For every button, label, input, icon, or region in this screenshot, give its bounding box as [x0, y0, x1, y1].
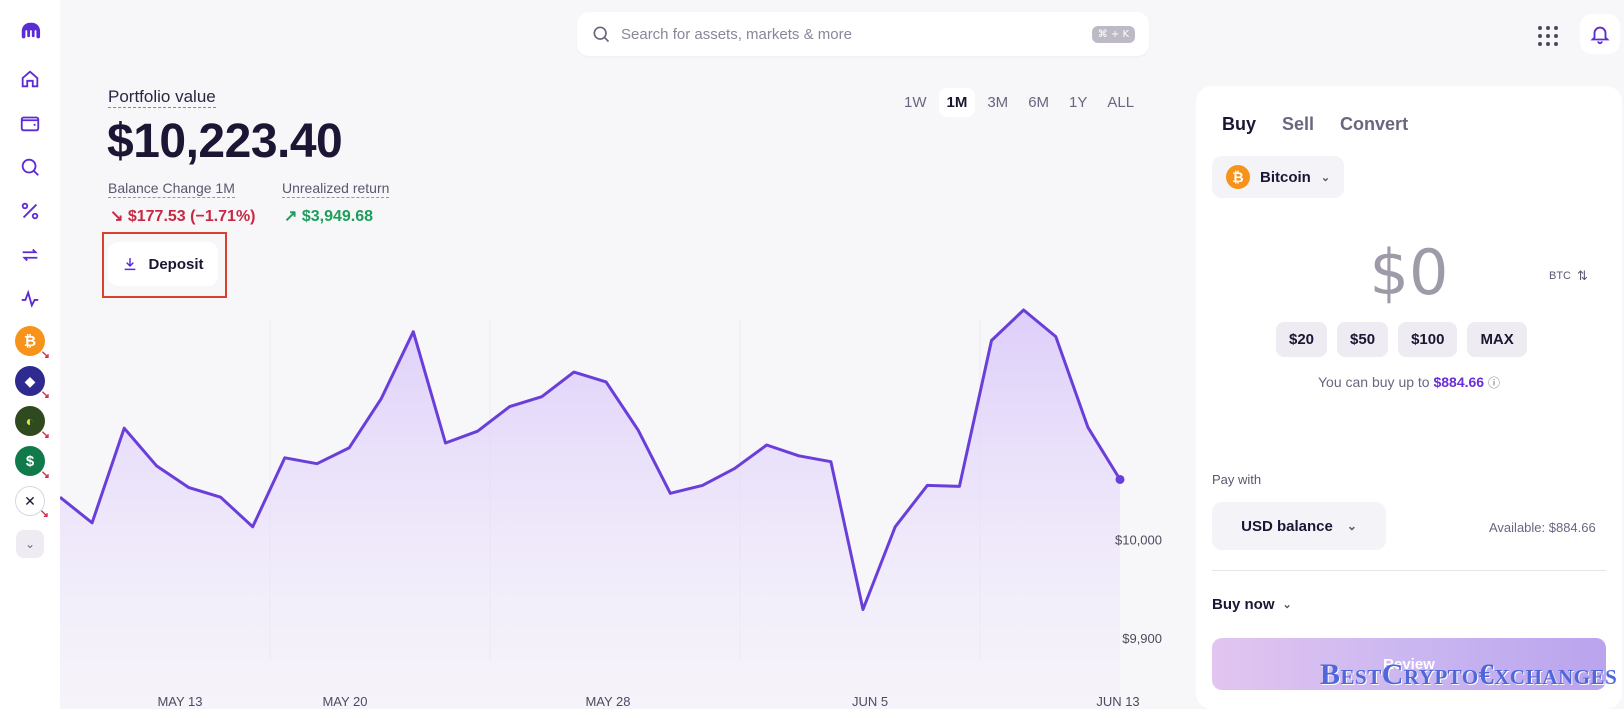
portfolio-value: $10,223.40	[107, 115, 343, 168]
bitcoin-icon: ₿	[1226, 165, 1250, 189]
tab-buy[interactable]: Buy	[1222, 114, 1256, 135]
range-3m[interactable]: 3M	[979, 88, 1016, 117]
pay-with-select[interactable]: USD balance ⌄	[1212, 502, 1386, 550]
apps-grid-icon[interactable]	[1534, 22, 1562, 50]
deposit-label: Deposit	[148, 255, 204, 273]
x-tick-label: MAY 28	[585, 694, 630, 709]
portfolio-value-label[interactable]: Portfolio value	[108, 87, 216, 108]
search-input[interactable]	[621, 25, 1092, 43]
x-tick-label: JUN 5	[852, 694, 888, 709]
search-bar[interactable]: ⌘ + K	[577, 12, 1149, 56]
unrealized-return-value: ↗ $3,949.68	[284, 206, 373, 226]
balance-change-value: ↘ $177.53 (−1.71%)	[110, 206, 256, 226]
x-tick-label: MAY 13	[157, 694, 202, 709]
buy-limit-text: You can buy up to $884.66 ⓘ	[1196, 374, 1622, 391]
watermark: BestCrypto€xchanges	[1320, 658, 1618, 691]
x-asset-icon[interactable]: ✕ ↘	[15, 486, 49, 520]
unit-toggle-label: BTC	[1549, 270, 1571, 282]
preset-max-button[interactable]: MAX	[1467, 322, 1527, 357]
green-asset-icon[interactable]: ◐ ↘	[15, 406, 50, 441]
ethereum-icon[interactable]: ◆ ↘	[15, 366, 50, 401]
tab-convert[interactable]: Convert	[1340, 114, 1408, 135]
chart-area	[60, 310, 1120, 709]
arrow-down-right-icon: ↘	[110, 208, 124, 225]
buy-limit-prefix: You can buy up to	[1318, 374, 1430, 390]
percent-icon[interactable]	[13, 194, 47, 228]
wallet-icon[interactable]	[13, 106, 47, 140]
amount-presets: $20 $50 $100 MAX	[1276, 322, 1527, 357]
download-icon	[125, 258, 136, 271]
dollar-asset-icon[interactable]: $ ↘	[15, 446, 50, 481]
buy-now-label: Buy now	[1212, 596, 1275, 613]
transfer-icon[interactable]	[13, 238, 47, 272]
y-tick-label: $10,000	[1115, 532, 1162, 547]
chevron-down-icon: ⌄	[1346, 519, 1357, 533]
pay-with-value: USD balance	[1241, 517, 1333, 535]
range-6m[interactable]: 6M	[1020, 88, 1057, 117]
range-1y[interactable]: 1Y	[1061, 88, 1095, 117]
pay-with-label: Pay with	[1212, 472, 1262, 487]
x-tick-label: JUN 13	[1096, 694, 1139, 709]
asset-select-label: Bitcoin	[1260, 168, 1311, 186]
deposit-button[interactable]: Deposit	[108, 242, 218, 286]
chevron-down-icon: ⌄	[1282, 599, 1292, 611]
arrow-up-right-icon: ↗	[284, 208, 298, 225]
portfolio-chart[interactable]: $10,000 $9,900 MAY 13 MAY 20 MAY 28 JUN 5 JUN …	[59, 300, 1165, 709]
chart-endpoint	[1115, 474, 1125, 484]
range-1w[interactable]: 1W	[896, 88, 935, 117]
kraken-logo-icon[interactable]	[13, 14, 47, 48]
preset-100-button[interactable]: $100	[1398, 322, 1458, 357]
chevron-down-icon: ⌄	[1320, 171, 1331, 184]
trade-tabs: Buy Sell Convert	[1222, 114, 1408, 135]
balance-change-text: $177.53 (−1.71%)	[127, 208, 256, 225]
trade-panel: Buy Sell Convert ₿ Bitcoin ⌄ $0 BTC ⇅ $2…	[1196, 86, 1622, 709]
bitcoin-icon[interactable]: ₿ ↘	[15, 326, 50, 361]
portfolio-chart-svg: $10,000 $9,900 MAY 13 MAY 20 MAY 28 JUN 5 JUN …	[59, 308, 1162, 709]
time-range-tabs: 1W 1M 3M 6M 1Y ALL	[896, 88, 1142, 117]
asset-select[interactable]: ₿ Bitcoin ⌄	[1212, 156, 1345, 198]
unit-toggle[interactable]: BTC ⇅	[1549, 268, 1588, 284]
tab-sell[interactable]: Sell	[1282, 114, 1314, 135]
preset-50-button[interactable]: $50	[1337, 322, 1389, 357]
info-icon[interactable]: ⓘ	[1488, 376, 1500, 390]
range-1m[interactable]: 1M	[938, 88, 976, 117]
y-tick-label: $9,900	[1122, 631, 1162, 646]
swap-icon: ⇅	[1577, 268, 1588, 283]
home-icon[interactable]	[13, 62, 47, 96]
balance-change-label[interactable]: Balance Change 1M	[108, 180, 235, 198]
range-all[interactable]: ALL	[1099, 88, 1142, 117]
bell-icon[interactable]	[1580, 14, 1620, 54]
buy-limit-amount: $884.66	[1433, 374, 1485, 390]
search-icon	[593, 26, 610, 43]
divider	[1212, 570, 1606, 571]
shortcut-badge: ⌘ + K	[1091, 25, 1135, 43]
available-balance: Available: $884.66	[1489, 520, 1596, 535]
unrealized-return-text: $3,949.68	[301, 208, 374, 225]
sidebar: ₿ ↘ ◆ ↘ ◐ ↘ $ ↘ ✕ ↘ ⌄	[0, 0, 60, 709]
unrealized-return-label[interactable]: Unrealized return	[282, 180, 390, 198]
x-tick-label: MAY 20	[322, 694, 367, 709]
activity-icon[interactable]	[13, 282, 47, 316]
chevron-down-icon[interactable]: ⌄	[16, 530, 44, 558]
search-icon[interactable]	[13, 150, 47, 184]
buy-now-select[interactable]: Buy now ⌄	[1212, 596, 1292, 613]
preset-20-button[interactable]: $20	[1276, 322, 1328, 357]
